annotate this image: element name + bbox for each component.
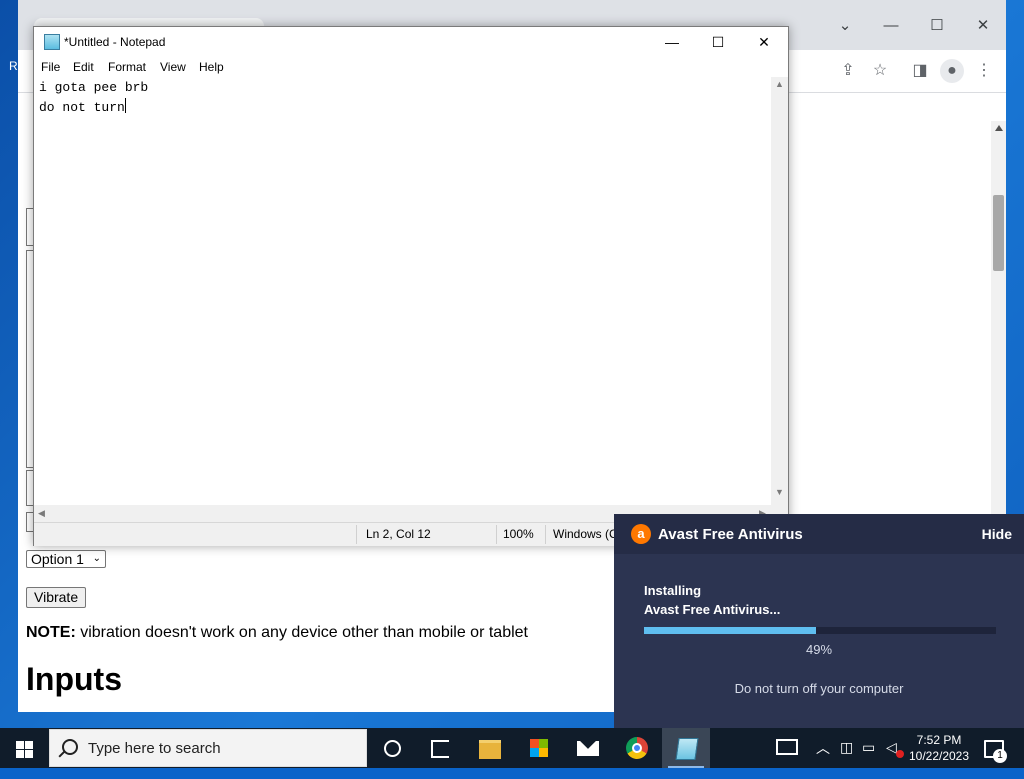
install-status-line-1: Installing bbox=[644, 583, 702, 598]
browser-restore-button[interactable]: ☐ bbox=[925, 14, 949, 38]
text-line-2-content: do not turn bbox=[39, 100, 125, 115]
install-progress-fill bbox=[644, 627, 817, 634]
task-view-button[interactable] bbox=[416, 728, 464, 768]
install-warning-note: Do not turn off your computer bbox=[734, 681, 904, 696]
store-icon bbox=[530, 739, 548, 757]
note-text: vibration doesn't work on any device oth… bbox=[75, 624, 528, 641]
windows-logo-icon bbox=[25, 741, 33, 749]
text-line-1: i gota pee brb bbox=[39, 80, 149, 95]
scroll-up-arrow-icon[interactable] bbox=[995, 125, 1003, 131]
search-icon bbox=[62, 739, 78, 755]
status-encoding: Windows (C bbox=[553, 527, 618, 541]
install-progress-bar bbox=[644, 627, 996, 634]
option-select[interactable]: Option 1 ⌄ bbox=[26, 550, 106, 568]
status-separator bbox=[545, 525, 546, 544]
windows-logo-icon bbox=[16, 741, 24, 749]
taskbar: Type here to search ︿ ◫ ▭ ◁ 7:52 PM 10/2… bbox=[0, 728, 1024, 768]
show-hidden-icons-icon[interactable]: ︿ bbox=[816, 738, 830, 778]
menu-help[interactable]: Help bbox=[199, 60, 224, 74]
notepad-vertical-scrollbar[interactable]: ▲ ▼ bbox=[771, 77, 788, 505]
install-progress-percent: 49% bbox=[805, 642, 833, 657]
text-caret bbox=[124, 98, 126, 113]
notepad-minimize-button[interactable]: — bbox=[649, 27, 695, 57]
notepad-close-button[interactable]: ✕ bbox=[741, 27, 787, 57]
windows-logo-icon bbox=[16, 750, 24, 758]
taskbar-clock[interactable]: 7:52 PM 10/22/2023 bbox=[903, 732, 975, 764]
browser-close-button[interactable]: ✕ bbox=[971, 14, 995, 38]
network-icon[interactable]: ▭ bbox=[862, 739, 875, 779]
notification-count-badge: 1 bbox=[993, 749, 1007, 763]
profile-icon[interactable]: ● bbox=[940, 59, 964, 83]
scroll-thumb[interactable] bbox=[993, 195, 1004, 271]
chrome-icon bbox=[626, 737, 648, 759]
store-button[interactable] bbox=[515, 728, 563, 768]
option-select-value: Option 1 bbox=[31, 551, 84, 567]
cortana-button[interactable] bbox=[368, 728, 416, 768]
volume-muted-icon[interactable]: ◁ bbox=[886, 739, 897, 779]
search-placeholder: Type here to search bbox=[88, 740, 221, 757]
notepad-menubar: File Edit Format View Help bbox=[34, 57, 788, 77]
cortana-icon bbox=[384, 740, 401, 757]
avast-install-status: Installing Avast Free Antivirus... bbox=[644, 581, 780, 619]
chevron-down-icon: ⌄ bbox=[92, 553, 101, 564]
vibrate-button[interactable]: Vibrate bbox=[26, 587, 87, 608]
windows-logo-icon bbox=[25, 750, 33, 758]
avast-title: Avast Free Antivirus bbox=[658, 526, 803, 543]
star-icon[interactable]: ☆ bbox=[868, 59, 892, 83]
chrome-button[interactable] bbox=[613, 728, 661, 768]
input-indicator-icon[interactable] bbox=[776, 739, 798, 755]
file-explorer-icon bbox=[479, 740, 501, 759]
notepad-maximize-button[interactable]: ☐ bbox=[695, 27, 741, 57]
menu-view[interactable]: View bbox=[160, 60, 186, 74]
more-icon[interactable]: ⋮ bbox=[972, 59, 996, 83]
taskbar-search-box[interactable]: Type here to search bbox=[49, 729, 367, 767]
menu-format[interactable]: Format bbox=[108, 60, 146, 74]
notepad-window: *Untitled - Notepad — ☐ ✕ File Edit Form… bbox=[33, 26, 789, 546]
status-position: Ln 2, Col 12 bbox=[366, 527, 431, 541]
text-line-2: do not turn bbox=[39, 98, 126, 115]
scroll-down-icon[interactable]: ▼ bbox=[775, 487, 784, 497]
notepad-icon bbox=[675, 738, 699, 760]
note-label: NOTE: bbox=[26, 624, 76, 641]
mail-icon bbox=[577, 741, 599, 756]
tab-search-icon[interactable]: ⌄ bbox=[833, 14, 857, 38]
notepad-icon bbox=[44, 34, 60, 50]
sidebar-icon[interactable]: ◨ bbox=[908, 59, 932, 83]
inputs-heading: Inputs bbox=[26, 661, 122, 697]
browser-minimize-button[interactable]: — bbox=[879, 14, 903, 38]
clock-date: 10/22/2023 bbox=[908, 749, 970, 763]
notepad-taskbar-button[interactable] bbox=[662, 728, 710, 768]
menu-file[interactable]: File bbox=[41, 60, 60, 74]
meet-now-icon[interactable]: ◫ bbox=[840, 739, 853, 779]
notepad-title: *Untitled - Notepad bbox=[64, 35, 166, 49]
menu-edit[interactable]: Edit bbox=[73, 60, 94, 74]
notepad-titlebar[interactable]: *Untitled - Notepad — ☐ ✕ bbox=[34, 27, 788, 57]
install-status-line-2: Avast Free Antivirus... bbox=[644, 602, 781, 617]
avast-header: a Avast Free Antivirus Hide bbox=[614, 514, 1024, 554]
file-explorer-button[interactable] bbox=[466, 728, 514, 768]
status-zoom: 100% bbox=[503, 527, 534, 541]
scroll-up-icon[interactable]: ▲ bbox=[775, 79, 784, 89]
status-separator bbox=[496, 525, 497, 544]
share-icon[interactable]: ⇪ bbox=[836, 59, 860, 83]
start-button[interactable] bbox=[0, 728, 48, 768]
vibration-note: NOTE: vibration doesn't work on any devi… bbox=[26, 624, 528, 642]
avast-hide-button[interactable]: Hide bbox=[982, 526, 1012, 542]
clock-time: 7:52 PM bbox=[916, 733, 962, 747]
mail-button[interactable] bbox=[564, 728, 612, 768]
avast-logo-icon: a bbox=[631, 524, 651, 544]
notepad-text-area[interactable]: i gota pee brb do not turn bbox=[34, 77, 771, 505]
avast-install-panel: a Avast Free Antivirus Hide Installing A… bbox=[614, 514, 1024, 728]
scroll-left-icon[interactable]: ◀ bbox=[38, 508, 45, 519]
status-separator bbox=[356, 525, 357, 544]
desktop-edge-text: R bbox=[9, 59, 18, 73]
task-view-icon bbox=[431, 740, 449, 758]
